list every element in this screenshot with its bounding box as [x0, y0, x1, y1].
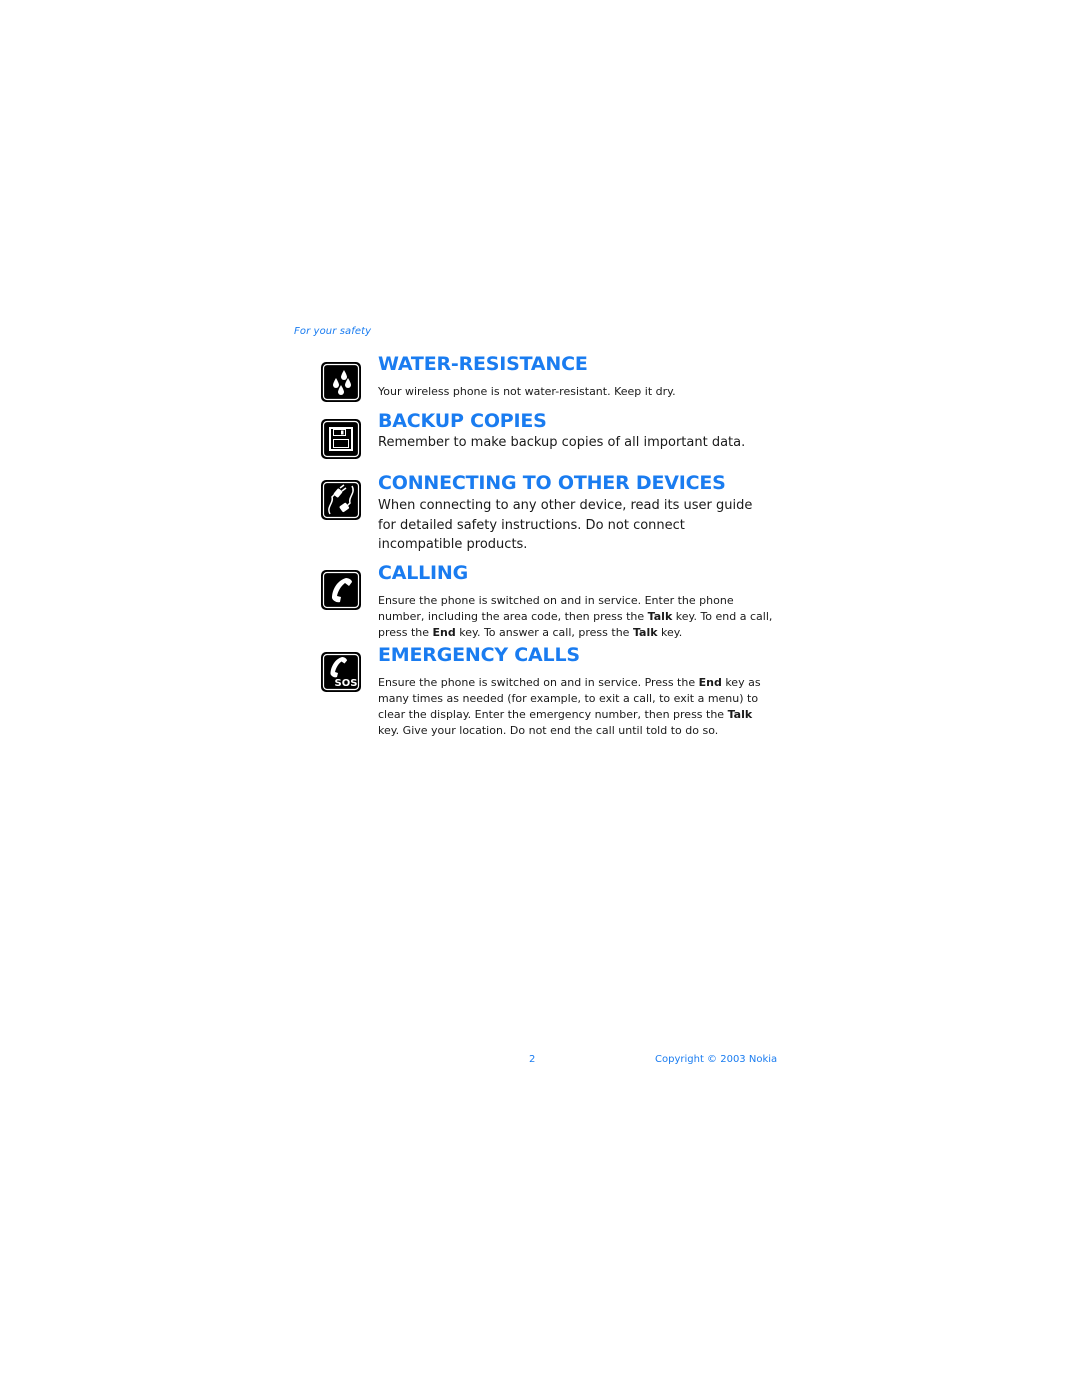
section-body: Ensure the phone is switched on and in s… — [378, 675, 773, 739]
body-text: key. — [657, 626, 683, 639]
end-key-label: End — [432, 626, 456, 639]
body-text: key. Give your location. Do not end the … — [378, 724, 719, 737]
body-text: Ensure the phone is switched on and in s… — [378, 676, 699, 689]
sos-phone-icon: SOS — [320, 651, 362, 693]
body-text: key. To answer a call, press the — [455, 626, 633, 639]
section-body: Ensure the phone is switched on and in s… — [378, 593, 773, 641]
copyright-notice: Copyright © 2003 Nokia — [655, 1054, 778, 1065]
section-heading: WATER-RESISTANCE — [378, 353, 588, 375]
plug-connector-icon — [320, 479, 362, 521]
section-body: Remember to make backup copies of all im… — [378, 435, 746, 450]
end-key-label: End — [698, 676, 722, 689]
section-heading: EMERGENCY CALLS — [378, 644, 580, 666]
talk-key-label: Talk — [632, 626, 658, 639]
talk-key-label: Talk — [727, 708, 753, 721]
section-body: When connecting to any other device, rea… — [378, 498, 753, 552]
phone-handset-icon — [320, 569, 362, 611]
talk-key-label: Talk — [647, 610, 673, 623]
section-heading: BACKUP COPIES — [378, 410, 547, 432]
section-heading: CALLING — [378, 562, 469, 584]
page-number: 2 — [529, 1054, 536, 1065]
running-head: For your safety — [294, 326, 372, 337]
floppy-disk-icon — [320, 418, 362, 460]
water-drops-icon — [320, 361, 362, 403]
section-body: Your wireless phone is not water-resista… — [378, 385, 676, 398]
sos-label: SOS — [335, 678, 358, 689]
section-heading: CONNECTING TO OTHER DEVICES — [378, 472, 726, 494]
